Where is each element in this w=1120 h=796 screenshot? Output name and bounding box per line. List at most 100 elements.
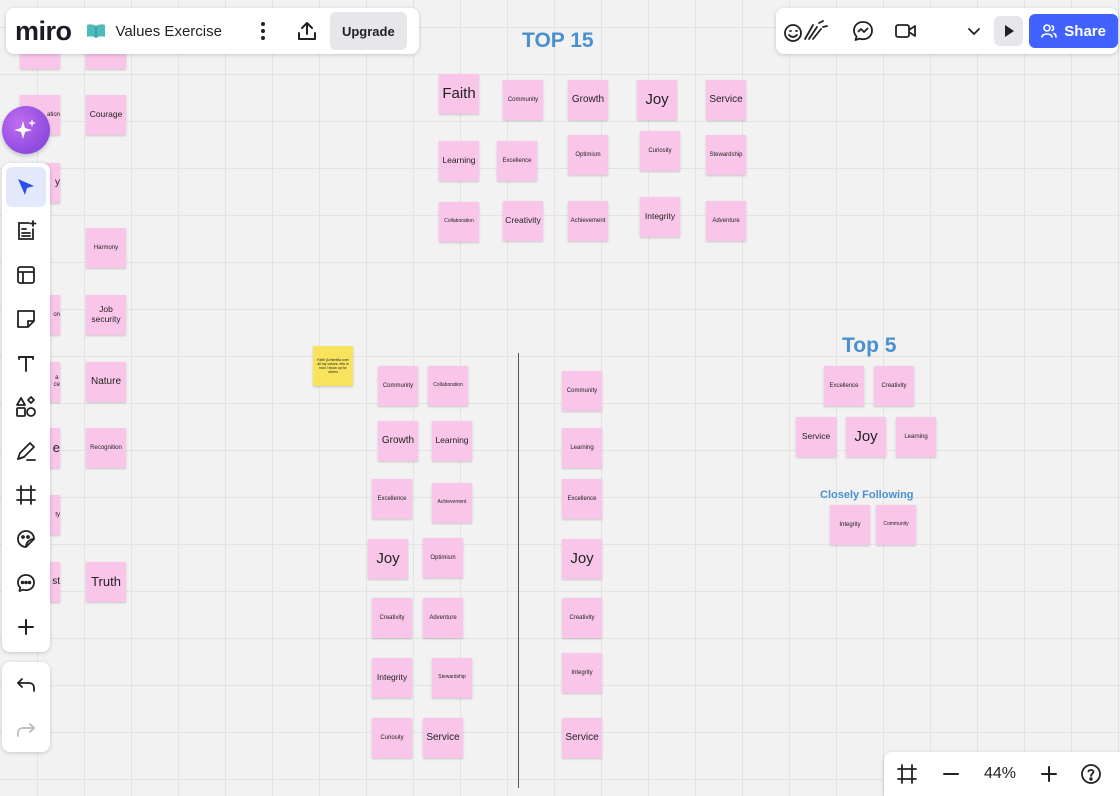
reactions-icon [784,20,828,42]
cursor-icon [18,179,34,195]
stickers-tool[interactable] [6,519,46,559]
more-options-button[interactable] [246,14,280,48]
fit-to-screen-button[interactable] [886,754,928,794]
table-tool[interactable] [6,255,46,295]
sticky-note[interactable]: Optimism [423,538,463,578]
sticky-note[interactable]: Creativity [874,366,914,406]
sticky-note[interactable]: Service [796,417,836,457]
sticky-note[interactable]: Curiosity [372,718,412,758]
miro-logo[interactable]: miro [15,16,72,47]
sticky-note[interactable]: Service [706,80,746,120]
frame-icon [16,485,36,505]
upload-icon [297,22,316,40]
board-title[interactable]: Values Exercise [116,23,222,40]
frame-tool[interactable] [6,475,46,515]
sticky-note[interactable]: Curiosity [640,131,680,171]
sticky-note[interactable]: Stewardship [706,135,746,175]
sticky-note[interactable]: Joy [846,417,886,457]
pen-tool[interactable] [6,431,46,471]
top5-heading: Top 5 [842,334,897,357]
sticky-note[interactable]: Courage [86,95,126,135]
sticky-note[interactable]: Joy [637,80,677,120]
sticky-note[interactable]: Learning [896,417,936,457]
sticky-note[interactable]: Community [503,80,543,120]
plus-icon [18,619,34,635]
text-tool[interactable] [6,343,46,383]
sticky-note[interactable]: Creativity [562,598,602,638]
sticky-note-tool[interactable] [6,299,46,339]
frame-icon [897,764,917,784]
minus-icon [943,773,959,775]
sticky-note[interactable]: Creativity [503,201,543,241]
templates-tool[interactable] [6,211,46,251]
ai-assist-button[interactable] [2,106,50,154]
sticky-note[interactable]: Service [423,718,463,758]
sticky-note[interactable]: Excellence [562,479,602,519]
sticky-note[interactable]: Achievement [432,483,472,523]
pen-icon [17,442,36,461]
sticky-note[interactable]: Learning [562,428,602,468]
sticky-note[interactable]: Excellence [824,366,864,406]
reactions-button[interactable] [782,14,830,48]
sticky-note[interactable]: Integrity [830,505,870,545]
help-button[interactable] [1070,754,1112,794]
sticky-note[interactable]: Growth [378,421,418,461]
sticky-note[interactable]: Joy [562,539,602,579]
sticky-note[interactable]: Community [378,366,418,406]
undo-button[interactable] [6,665,46,705]
presentation-button[interactable] [994,16,1024,46]
sticky-note[interactable]: Adventure [423,598,463,638]
sticky-note[interactable]: Stewardship [432,658,472,698]
sticky-note[interactable]: Collaboration [439,202,479,242]
sticky-note[interactable]: Integrity [562,653,602,693]
share-button[interactable]: Share [1029,14,1118,48]
video-camera-icon [895,24,917,38]
sticky-note[interactable]: Excellence [372,479,412,519]
sticky-note[interactable]: Nature [86,362,126,402]
zoom-in-button[interactable] [1028,754,1070,794]
sticky-note[interactable]: Growth [568,80,608,120]
sticky-note[interactable]: Truth [86,562,126,602]
sticky-note[interactable]: Joy [368,539,408,579]
sticky-note[interactable]: Job security [86,295,126,335]
video-call-button[interactable] [889,14,924,48]
redo-button[interactable] [6,710,46,750]
history-toolbar [2,662,50,752]
add-tool-button[interactable] [6,607,46,647]
sticky-note[interactable]: Harmony [86,228,126,268]
comment-icon [17,574,35,592]
sparkles-icon [14,119,36,139]
chat-button[interactable] [846,14,881,48]
sticky-note[interactable]: Recognition [86,428,126,468]
sticky-note[interactable]: Optimism [568,135,608,175]
help-icon [1081,764,1101,784]
sticky-note[interactable]: Excellence [497,141,537,181]
export-button[interactable] [290,14,324,48]
left-toolbar [2,163,50,652]
comment-tool[interactable] [6,563,46,603]
canvas-board[interactable]: ation Courage y Harmony on Job security … [0,0,1120,788]
chat-icon [853,21,874,41]
sticky-note[interactable]: Learning [439,141,479,181]
sticky-note[interactable]: Service [562,718,602,758]
zoom-level[interactable]: 44% [972,765,1028,783]
upgrade-button[interactable]: Upgrade [329,12,407,50]
sticky-note[interactable]: Learning [432,421,472,461]
zoom-out-button[interactable] [930,754,972,794]
sticky-note[interactable]: Adventure [706,201,746,241]
sticky-note[interactable]: Community [876,505,916,545]
sticky-note[interactable]: Integrity [640,197,680,237]
sticky-note[interactable]: Faith [439,74,479,114]
sticky-note[interactable]: Creativity [372,598,412,638]
board-header: miro Values Exercise Upgrade [6,8,419,54]
sticky-note-yellow[interactable]: Faith (Umbrella over all my values- lets… [313,346,353,386]
sticky-note[interactable]: Collaboration [428,366,468,406]
select-tool[interactable] [6,167,46,207]
redo-icon [17,722,35,737]
more-collab-dropdown[interactable] [960,14,989,48]
sticky-note[interactable]: Integrity [372,658,412,698]
sticky-note[interactable]: Community [562,371,602,411]
shapes-tool[interactable] [6,387,46,427]
sticky-note[interactable]: Achievement [568,201,608,241]
book-icon [86,23,106,39]
